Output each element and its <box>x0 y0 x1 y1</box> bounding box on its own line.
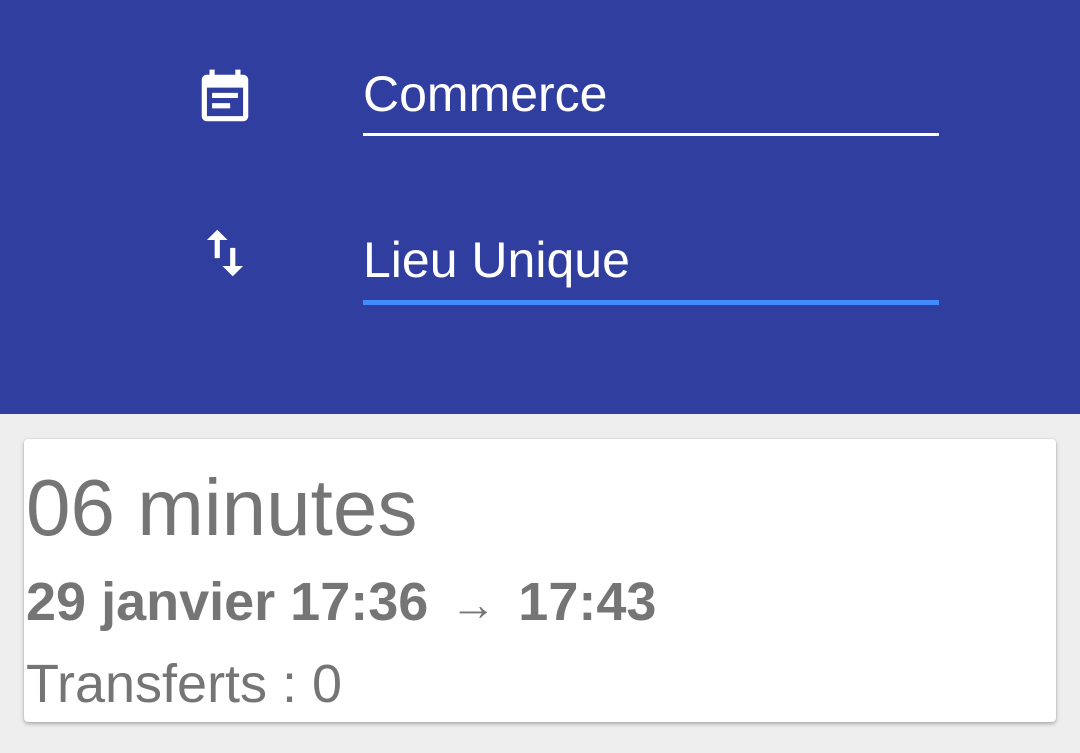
search-header: Commerce Lieu Unique <box>0 0 1080 414</box>
arrival-time: 17:43 <box>518 572 657 632</box>
transfers-count: Transferts : 0 <box>26 654 343 714</box>
departure-input[interactable]: Commerce <box>363 58 939 122</box>
departure-underline <box>363 133 939 136</box>
arrival-input[interactable]: Lieu Unique <box>363 222 939 288</box>
calendar-icon <box>194 67 256 129</box>
swap-vertical-icon[interactable] <box>194 222 256 284</box>
trip-duration: 06 minutes <box>26 463 418 552</box>
arrival-underline <box>363 300 939 305</box>
departure-field[interactable]: Commerce <box>363 58 939 136</box>
trip-times: 29 janvier 17:36 → 17:43 <box>26 571 656 635</box>
departure-time: 29 janvier 17:36 <box>26 572 429 632</box>
arrow-icon: → <box>450 578 497 630</box>
itinerary-result-card[interactable]: 06 minutes 29 janvier 17:36 → 17:43 Transf… <box>24 439 1056 722</box>
arrival-field[interactable]: Lieu Unique <box>363 222 939 306</box>
